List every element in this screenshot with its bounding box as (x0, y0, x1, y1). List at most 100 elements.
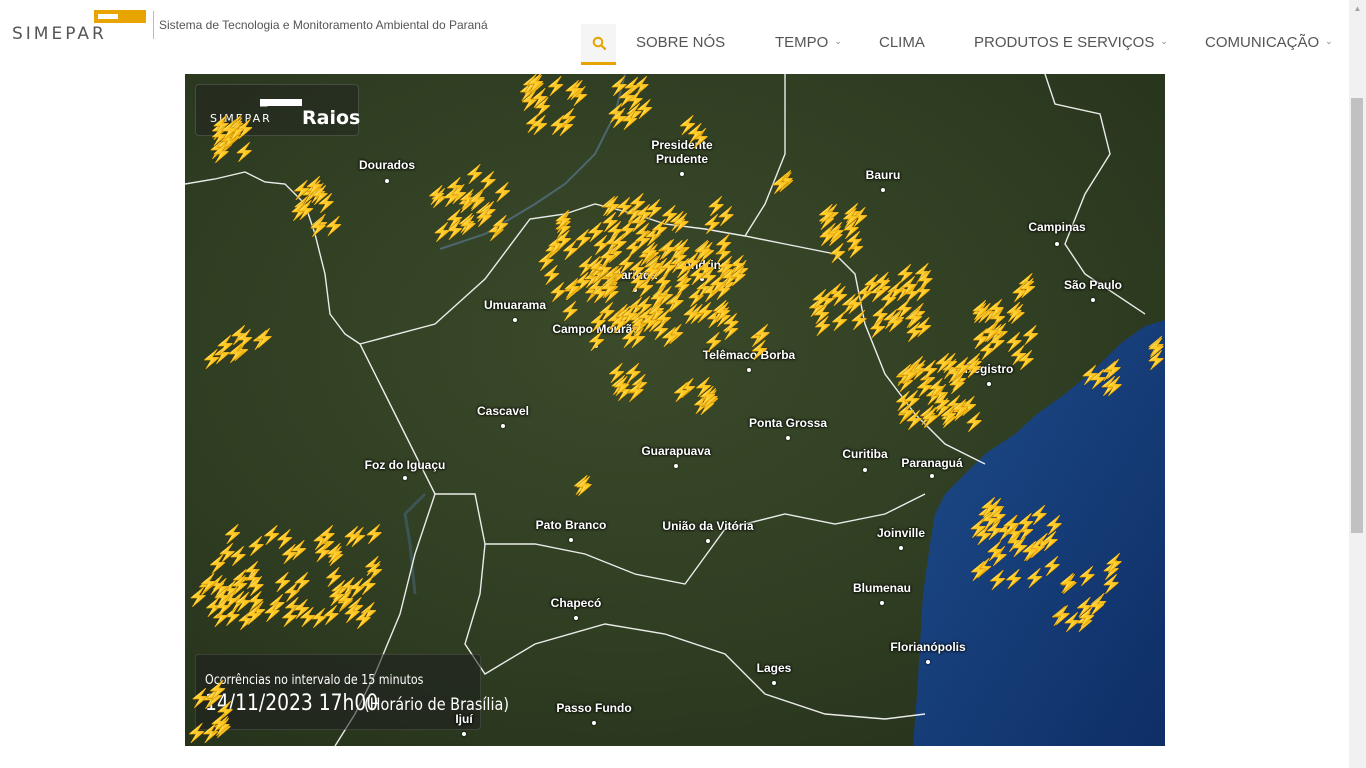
city-marker (786, 436, 790, 440)
lightning-bolt-icon: ⚡ (949, 398, 972, 419)
lightning-bolt-icon: ⚡ (608, 75, 631, 96)
lightning-bolt-icon: ⚡ (919, 408, 942, 429)
lightning-bolt-icon: ⚡ (618, 327, 642, 348)
lightning-bolt-icon: ⚡ (596, 247, 619, 268)
city-marker (674, 464, 678, 468)
lightning-bolt-icon: ⚡ (303, 175, 326, 196)
city-label: Lages (756, 661, 792, 675)
city-marker (574, 616, 578, 620)
map-background (185, 74, 1165, 746)
lightning-bolt-icon: ⚡ (315, 192, 338, 213)
nav-clima[interactable]: CLIMA (879, 34, 925, 51)
lightning-bolt-icon: ⚡ (573, 475, 596, 496)
lightning-bolt-icon: ⚡ (584, 222, 607, 243)
city-marker (772, 681, 776, 685)
lightning-bolt-icon: ⚡ (552, 209, 575, 230)
chevron-down-icon: ⌄ (1325, 36, 1333, 46)
city-label: Umuarama (483, 298, 547, 312)
city-marker (385, 179, 389, 183)
lightning-bolt-icon: ⚡ (214, 335, 237, 356)
city-label: Blumenau (852, 581, 912, 595)
timezone-label: (Horário de Brasília) (364, 695, 509, 715)
nav-label: TEMPO (775, 34, 829, 51)
lightning-bolt-icon: ⚡ (622, 363, 645, 384)
lightning-bolt-icon: ⚡ (672, 257, 695, 278)
lightning-bolt-icon: ⚡ (587, 311, 610, 332)
city-label: Guarapuava (641, 444, 711, 458)
lightning-bolt-icon: ⚡ (1019, 541, 1042, 562)
lightning-bolt-icon: ⚡ (627, 271, 650, 292)
search-button[interactable] (581, 24, 616, 65)
lightning-bolt-icon: ⚡ (212, 597, 235, 618)
lightning-bolt-icon: ⚡ (898, 364, 921, 385)
lightning-bolt-icon: ⚡ (670, 381, 694, 402)
lightning-bolt-icon: ⚡ (843, 294, 867, 315)
lightning-bolt-icon: ⚡ (206, 553, 230, 574)
lightning-bolt-icon: ⚡ (1102, 553, 1126, 574)
city-label: Campinas (1028, 220, 1086, 234)
city-label: Dourados (358, 158, 416, 172)
city-marker (863, 468, 867, 472)
search-icon (592, 36, 606, 50)
scroll-up-arrow-icon[interactable]: ▲ (1349, 0, 1366, 17)
nav-tempo[interactable]: TEMPO ⌄ (775, 34, 842, 51)
lightning-bolt-icon: ⚡ (626, 193, 650, 214)
lightning-bolt-icon: ⚡ (1087, 369, 1110, 390)
lightning-bolt-icon: ⚡ (706, 274, 729, 295)
city-marker (881, 188, 885, 192)
city-marker (501, 424, 505, 428)
lightning-bolt-icon: ⚡ (352, 609, 375, 630)
lightning-bolt-icon: ⚡ (816, 225, 839, 246)
lightning-bolt-icon: ⚡ (535, 251, 558, 272)
lightning-bolt-icon: ⚡ (562, 79, 585, 100)
site-header: SIMEPAR Sistema de Tecnologia e Monitora… (0, 0, 1349, 74)
city-label: Curitiba (842, 447, 888, 461)
lightning-bolt-icon: ⚡ (1002, 301, 1026, 322)
lightning-bolt-icon: ⚡ (278, 543, 301, 564)
lightning-bolt-icon: ⚡ (618, 305, 642, 326)
city-label: Ponta Grossa (748, 416, 828, 430)
city-marker (899, 546, 903, 550)
simepar-logo[interactable]: SIMEPAR (10, 8, 150, 44)
city-marker (462, 732, 466, 736)
city-marker (747, 368, 751, 372)
lightning-bolt-icon: ⚡ (676, 115, 699, 136)
nav-sobre-nos[interactable]: SOBRE NÓS (636, 34, 725, 51)
lightning-bolt-icon: ⚡ (608, 108, 631, 129)
nav-produtos-e-servicos[interactable]: PRODUTOS E SERVIÇOS ⌄ (974, 34, 1168, 51)
lightning-bolt-icon: ⚡ (218, 119, 241, 140)
lightning-bolt-icon: ⚡ (871, 271, 894, 292)
lightning-bolt-icon: ⚡ (290, 572, 314, 593)
lightning-bolt-icon: ⚡ (425, 184, 448, 205)
lightning-bolt-icon: ⚡ (585, 330, 608, 351)
city-marker (513, 318, 517, 322)
lightning-bolt-icon: ⚡ (692, 241, 715, 262)
lightning-bolt-icon: ⚡ (815, 203, 838, 224)
lightning-bolt-icon: ⚡ (307, 217, 330, 238)
lightning-bolt-icon: ⚡ (984, 541, 1007, 562)
city-marker (569, 538, 573, 542)
lightning-map[interactable]: SIMEPAR Raios Ocorrências no intervalo d… (185, 74, 1165, 746)
scroll-thumb[interactable] (1351, 98, 1363, 533)
lightning-bolt-icon: ⚡ (1099, 573, 1123, 594)
nav-label: SOBRE NÓS (636, 34, 726, 51)
lightning-bolt-icon: ⚡ (696, 385, 720, 406)
nav-comunicacao[interactable]: COMUNICAÇÃO ⌄ (1205, 34, 1333, 51)
lightning-bolt-icon: ⚡ (711, 302, 735, 323)
city-marker (987, 382, 991, 386)
lightning-bolt-icon: ⚡ (843, 230, 866, 251)
lightning-bolt-icon: ⚡ (665, 292, 688, 313)
lightning-bolt-icon: ⚡ (559, 300, 582, 321)
lightning-bolt-icon: ⚡ (986, 570, 1010, 591)
lightning-bolt-icon: ⚡ (968, 300, 992, 321)
page-scrollbar[interactable]: ▲ (1349, 0, 1366, 768)
lightning-bolt-icon: ⚡ (1051, 605, 1074, 626)
city-label: União da Vitória (662, 519, 754, 533)
lightning-bolt-icon: ⚡ (1007, 345, 1031, 366)
nav-label: CLIMA (879, 34, 925, 51)
nav-label: PRODUTOS E SERVIÇOS (974, 34, 1155, 51)
lightning-bolt-icon: ⚡ (185, 723, 208, 743)
lightning-bolt-icon: ⚡ (705, 196, 728, 217)
lightning-bolt-icon: ⚡ (208, 712, 231, 733)
lightning-bolt-icon: ⚡ (712, 234, 736, 255)
